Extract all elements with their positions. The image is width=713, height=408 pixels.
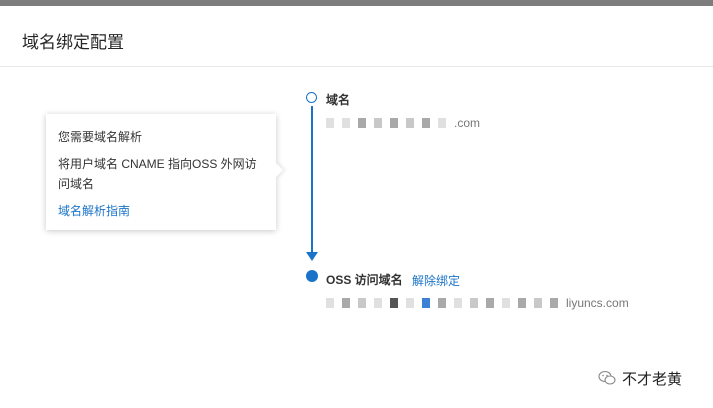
oss-domain-label: OSS 访问域名	[326, 273, 403, 287]
step-domain-marker	[306, 92, 317, 103]
page-title: 域名绑定配置	[22, 33, 124, 52]
watermark-text: 不才老黄	[622, 371, 683, 388]
domain-value: .com	[326, 116, 480, 131]
redacted-domain	[326, 117, 454, 131]
step-oss-marker	[306, 270, 318, 282]
unbind-button[interactable]: 解除绑定	[412, 272, 460, 289]
dns-guide-link[interactable]: 域名解析指南	[58, 202, 130, 219]
page-header: 域名绑定配置	[0, 6, 713, 67]
arrow-down-icon	[306, 252, 318, 261]
tooltip-arrow	[268, 162, 284, 178]
dns-help-tooltip: 您需要域名解析 将用户域名 CNAME 指向OSS 外网访问域名 域名解析指南	[46, 114, 284, 230]
wechat-icon	[598, 370, 616, 385]
domain-suffix: .com	[454, 116, 481, 130]
oss-domain-suffix: liyuncs.com	[566, 296, 629, 310]
tooltip-title: 您需要域名解析	[58, 130, 143, 144]
oss-domain-value: liyuncs.com	[326, 296, 629, 311]
tooltip-description: 将用户域名 CNAME 指向OSS 外网访问域名	[58, 157, 257, 191]
step-connector-line	[311, 106, 313, 254]
redacted-oss-domain	[326, 297, 566, 311]
domain-label: 域名	[326, 93, 351, 107]
